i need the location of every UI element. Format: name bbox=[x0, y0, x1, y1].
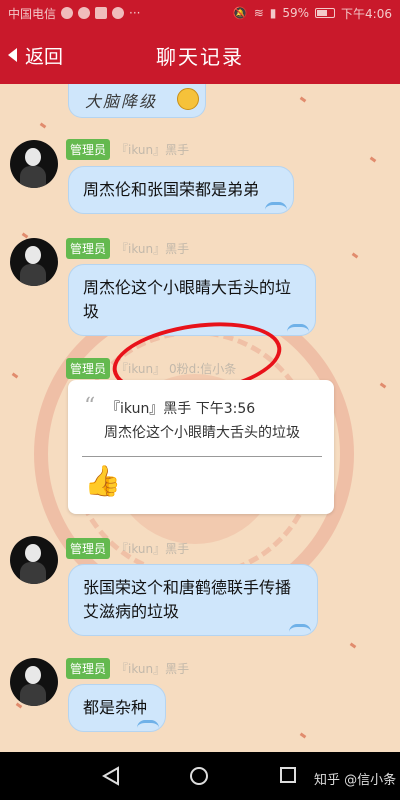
quote-header: 『ikun』黑手 下午3:56 bbox=[106, 401, 256, 417]
sender-meta: 管理员 『ikun』黑手 bbox=[66, 538, 189, 559]
bubble-wave-decoration bbox=[137, 720, 159, 728]
message-text: 周杰伦这个小眼睛大舌头的垃圾 bbox=[83, 278, 292, 321]
avatar[interactable] bbox=[10, 536, 58, 584]
notification-icon bbox=[61, 7, 74, 19]
confetti bbox=[39, 122, 47, 129]
notification-icon bbox=[95, 7, 108, 19]
admin-badge: 管理员 bbox=[66, 139, 111, 160]
mute-icon: 🔕 bbox=[232, 6, 248, 20]
wifi-icon: ≋ bbox=[253, 6, 264, 20]
confetti bbox=[299, 96, 307, 103]
watermark: 知乎 @信小条 bbox=[314, 773, 397, 788]
notification-icon bbox=[78, 7, 91, 19]
admin-badge: 管理员 bbox=[66, 358, 111, 379]
avatar[interactable] bbox=[10, 658, 58, 706]
confetti bbox=[379, 382, 387, 389]
emoji-face-icon bbox=[177, 88, 199, 110]
message-text: 都是杂种 bbox=[83, 698, 148, 717]
message-bubble[interactable]: 张国荣这个和唐鹤德联手传播艾滋病的垃圾 bbox=[68, 564, 318, 636]
quote-card[interactable]: “ 『ikun』黑手 下午3:56 周杰伦这个小眼睛大舌头的垃圾 👍 bbox=[68, 380, 334, 514]
confetti bbox=[299, 732, 307, 739]
battery-percent: 59% bbox=[282, 6, 310, 20]
thumbs-up-icon: 👍 bbox=[84, 464, 122, 499]
sender-name: 『ikun』黑手 bbox=[116, 143, 190, 157]
chat-history[interactable]: 大脑降级 管理员 『ikun』黑手 周杰伦和张国荣都是弟弟 管理员 『ikun』… bbox=[0, 84, 400, 752]
confetti bbox=[349, 642, 357, 649]
message-bubble[interactable]: 周杰伦和张国荣都是弟弟 bbox=[68, 166, 294, 214]
confetti bbox=[351, 252, 359, 259]
back-arrow-icon bbox=[8, 48, 17, 62]
quote-mark-icon: “ bbox=[84, 394, 96, 419]
admin-badge: 管理员 bbox=[66, 538, 111, 559]
carrier-label: 中国电信 bbox=[8, 6, 57, 21]
nav-recents-icon[interactable] bbox=[280, 767, 296, 783]
avatar[interactable] bbox=[10, 140, 58, 188]
more-icon: ··· bbox=[129, 6, 141, 20]
admin-badge: 管理员 bbox=[66, 238, 111, 259]
nav-back-icon[interactable] bbox=[102, 766, 120, 786]
bubble-wave-decoration bbox=[265, 202, 287, 210]
avatar[interactable] bbox=[10, 238, 58, 286]
confetti bbox=[21, 232, 29, 239]
sender-name: 『ikun』黑手 bbox=[116, 242, 190, 256]
back-label: 返回 bbox=[25, 45, 64, 68]
confetti bbox=[369, 156, 377, 163]
message-text: 张国荣这个和唐鹤德联手传播艾滋病的垃圾 bbox=[83, 578, 292, 621]
quote-text: 周杰伦这个小眼睛大舌头的垃圾 bbox=[104, 425, 300, 441]
admin-badge: 管理员 bbox=[66, 658, 111, 679]
divider bbox=[82, 456, 322, 457]
bubble-wave-decoration bbox=[287, 324, 309, 332]
battery-icon bbox=[315, 8, 336, 18]
confetti bbox=[11, 372, 19, 379]
notification-icon bbox=[112, 7, 125, 19]
sender-meta: 管理员 『ikun』黑手 bbox=[66, 658, 189, 679]
message-bubble[interactable]: 大脑降级 bbox=[68, 84, 206, 118]
message-text: 周杰伦和张国荣都是弟弟 bbox=[83, 180, 260, 199]
back-button[interactable]: 返回 bbox=[8, 26, 63, 84]
nav-home-icon[interactable] bbox=[190, 767, 208, 785]
sender-meta: 管理员 『ikun』黑手 bbox=[66, 139, 189, 160]
sender-name: 『ikun』黑手 bbox=[116, 662, 190, 676]
bubble-wave-decoration bbox=[289, 624, 311, 632]
sender-name: 『ikun』黑手 bbox=[116, 542, 190, 556]
clock: 下午4:06 bbox=[341, 6, 392, 21]
header: 返回 聊天记录 bbox=[0, 26, 400, 84]
status-bar: 中国电信 ··· 🔕 ≋ ▮ 59% 下午4:06 bbox=[0, 0, 400, 26]
message-bubble[interactable]: 都是杂种 bbox=[68, 684, 166, 732]
message-text: 大脑降级 bbox=[85, 92, 158, 111]
system-nav-bar: 知乎 @信小条 bbox=[0, 752, 400, 800]
sender-meta: 管理员 『ikun』黑手 bbox=[66, 238, 189, 259]
signal-icon: ▮ bbox=[269, 6, 277, 20]
